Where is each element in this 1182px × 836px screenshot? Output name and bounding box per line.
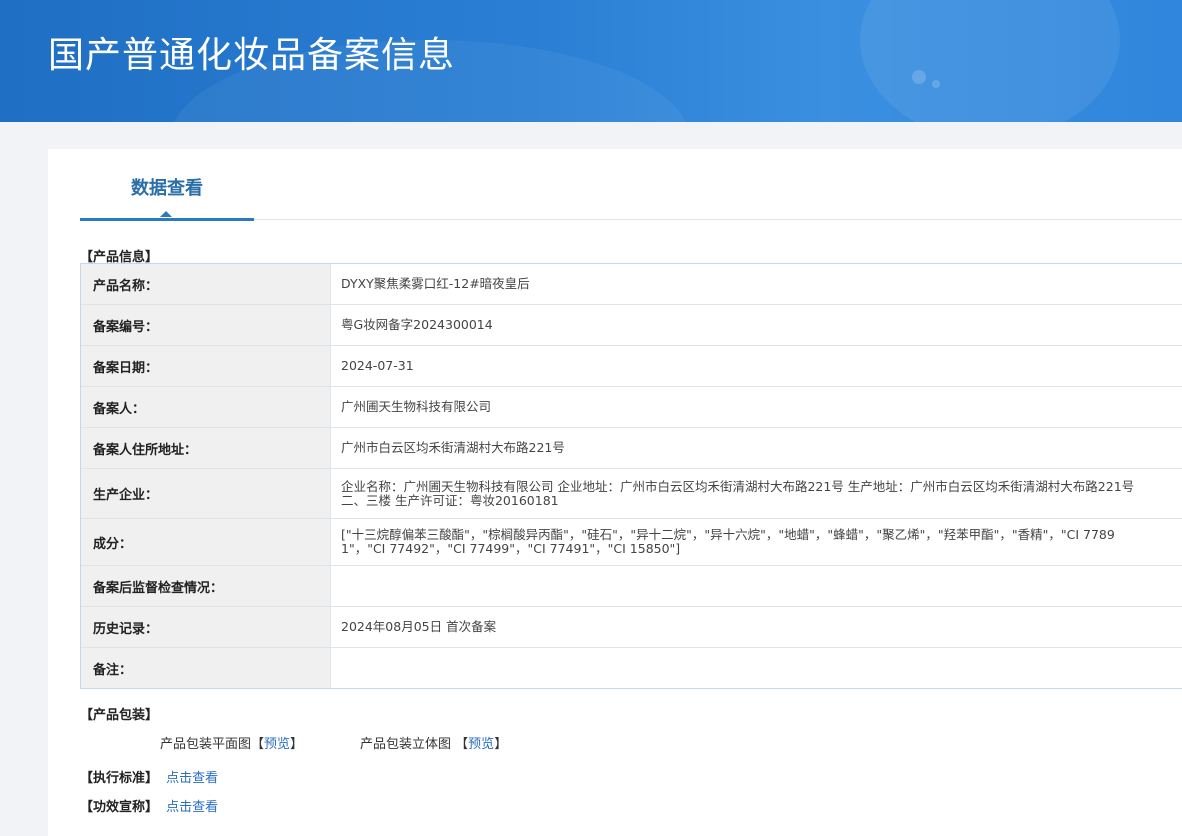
tab-bar: 数据查看 xyxy=(80,149,1182,221)
bracket-open: 【 xyxy=(455,737,469,752)
bracket-close: 】 xyxy=(494,737,508,752)
table-row: 备案人： 广州圃天生物科技有限公司 xyxy=(81,387,1182,428)
efficacy-line: 【功效宣称】 点击查看 xyxy=(80,796,218,815)
row-value xyxy=(331,566,1182,606)
tab-label: 数据查看 xyxy=(131,178,203,199)
section-title-efficacy: 【功效宣称】 xyxy=(80,800,159,815)
row-label: 产品名称： xyxy=(81,264,331,304)
row-label: 生产企业： xyxy=(81,469,331,518)
packaging-solid: 产品包装立体图 【预览】 xyxy=(360,733,507,752)
row-label: 备案编号： xyxy=(81,305,331,345)
row-value xyxy=(331,648,1182,688)
standard-view-link[interactable]: 点击查看 xyxy=(166,771,218,786)
row-value: 2024年08月05日 首次备案 xyxy=(341,619,497,634)
table-row: 备注： xyxy=(81,648,1182,688)
table-row: 备案后监督检查情况： xyxy=(81,566,1182,607)
bracket-open: 【 xyxy=(251,737,265,752)
content-card: 数据查看 【产品信息】 产品名称： DYXY聚焦柔雾口红-12#暗夜皇后 备案编… xyxy=(48,149,1182,836)
banner-dot xyxy=(912,70,926,84)
table-row: 备案人住所地址： 广州市白云区均禾街清湖村大布路221号 xyxy=(81,428,1182,469)
banner-dot xyxy=(932,80,940,88)
row-label: 备注： xyxy=(81,648,331,688)
row-label: 成分： xyxy=(81,519,331,565)
header-banner: 国产普通化妆品备案信息 xyxy=(0,0,1182,122)
packaging-flat-label: 产品包装平面图 xyxy=(160,737,252,752)
row-value: 广州圃天生物科技有限公司 xyxy=(341,399,492,414)
row-value: 粤G妆网备字2024300014 xyxy=(341,317,493,332)
table-row: 历史记录： 2024年08月05日 首次备案 xyxy=(81,607,1182,648)
packaging-solid-label: 产品包装立体图 xyxy=(360,737,452,752)
row-label: 备案人住所地址： xyxy=(81,428,331,468)
section-title-standard: 【执行标准】 xyxy=(80,771,159,786)
standard-line: 【执行标准】 点击查看 xyxy=(80,767,218,786)
tab-data-view[interactable]: 数据查看 xyxy=(80,149,254,221)
solid-preview-link[interactable]: 预览 xyxy=(468,737,494,752)
table-row: 生产企业： 企业名称：广州圃天生物科技有限公司 企业地址：广州市白云区均禾街清湖… xyxy=(81,469,1182,519)
row-label: 历史记录： xyxy=(81,607,331,647)
flat-preview-link[interactable]: 预览 xyxy=(264,737,290,752)
product-info-table: 产品名称： DYXY聚焦柔雾口红-12#暗夜皇后 备案编号： 粤G妆网备字202… xyxy=(80,263,1182,689)
table-row: 备案日期： 2024-07-31 xyxy=(81,346,1182,387)
table-row: 成分： ["十三烷醇偏苯三酸酯"，"棕榈酸异丙酯"，"硅石"，"异十二烷"，"异… xyxy=(81,519,1182,566)
row-label: 备案后监督检查情况： xyxy=(81,566,331,606)
bracket-close: 】 xyxy=(290,737,304,752)
banner-decoration xyxy=(860,0,1120,122)
tab-indicator-arrow xyxy=(160,211,172,217)
section-title-packaging: 【产品包装】 xyxy=(80,708,159,723)
row-value: 企业名称：广州圃天生物科技有限公司 企业地址：广州市白云区均禾街清湖村大布路22… xyxy=(341,478,1135,508)
row-value: 2024-07-31 xyxy=(341,358,414,373)
table-row: 产品名称： DYXY聚焦柔雾口红-12#暗夜皇后 xyxy=(81,264,1182,305)
packaging-flat: 产品包装平面图【预览】 xyxy=(160,733,303,752)
page-title: 国产普通化妆品备案信息 xyxy=(48,35,456,76)
row-value: ["十三烷醇偏苯三酸酯"，"棕榈酸异丙酯"，"硅石"，"异十二烷"，"异十六烷"… xyxy=(341,527,1115,556)
table-row: 备案编号： 粤G妆网备字2024300014 xyxy=(81,305,1182,346)
row-value: 广州市白云区均禾街清湖村大布路221号 xyxy=(341,440,565,455)
row-value: DYXY聚焦柔雾口红-12#暗夜皇后 xyxy=(341,276,530,291)
efficacy-view-link[interactable]: 点击查看 xyxy=(166,800,218,815)
row-label: 备案人： xyxy=(81,387,331,427)
row-label: 备案日期： xyxy=(81,346,331,386)
